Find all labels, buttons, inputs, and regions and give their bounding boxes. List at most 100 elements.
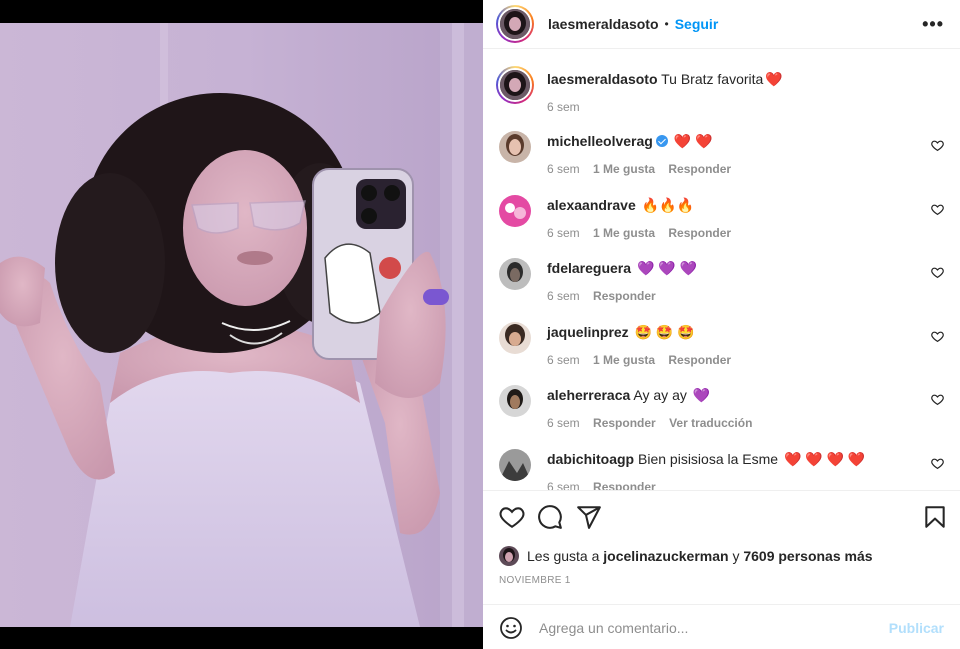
action-icons-row — [499, 504, 948, 530]
comment-text: michelleolverag ❤️ ❤️ — [547, 133, 712, 150]
avatar-image — [499, 322, 531, 354]
avatar-image — [499, 195, 531, 227]
comment-text: aleherreraca Ay ay ay 💜 — [547, 387, 710, 404]
comment-item: fdelareguera 💜 💜 💜 6 sem Responder — [499, 258, 944, 318]
comment-avatar[interactable] — [499, 258, 531, 290]
add-comment-bar: Publicar — [483, 604, 960, 649]
caption-username[interactable]: laesmeraldasoto — [547, 71, 658, 87]
share-icon[interactable] — [576, 504, 602, 530]
comment-likes[interactable]: 1 Me gusta — [593, 226, 655, 240]
like-comment-heart-icon[interactable] — [931, 393, 944, 406]
comment-emoji: ❤️ ❤️ — [673, 133, 713, 149]
author-avatar-image — [500, 9, 530, 39]
comment-time[interactable]: 6 sem — [547, 289, 580, 303]
comment-text: dabichitoagp Bien pisisiosa la Esme ❤️ ❤… — [547, 451, 865, 468]
reply-button[interactable]: Responder — [668, 226, 731, 240]
reply-button[interactable]: Responder — [593, 416, 656, 430]
comment-emoji: 💜 💜 💜 — [636, 260, 698, 276]
comment-avatar[interactable] — [499, 385, 531, 417]
caption-avatar-image — [500, 70, 530, 100]
comment-text: alexaandrave 🔥🔥🔥 — [547, 197, 694, 214]
comment-meta: 6 sem 1 Me gusta Responder — [547, 162, 741, 176]
see-translation-button[interactable]: Ver traducción — [669, 416, 752, 430]
author-avatar[interactable] — [496, 5, 534, 43]
publish-button[interactable]: Publicar — [889, 620, 944, 636]
caption-body: Tu Bratz favorita — [661, 71, 764, 87]
caption-text: laesmeraldasoto Tu Bratz favorita ❤️ — [547, 71, 783, 88]
bookmark-icon[interactable] — [922, 504, 948, 530]
author-username[interactable]: laesmeraldasoto — [548, 16, 659, 32]
like-comment-heart-icon[interactable] — [931, 203, 944, 216]
comment-meta: 6 sem Responder — [547, 480, 666, 490]
comments-list[interactable]: laesmeraldasoto Tu Bratz favorita ❤️ 6 se… — [483, 55, 960, 490]
post-header: laesmeraldasoto • Seguir ••• — [483, 0, 960, 49]
like-comment-heart-icon[interactable] — [931, 457, 944, 470]
post-date[interactable]: NOVIEMBRE 1 — [499, 575, 571, 586]
comment-emoji: 🤩 🤩 🤩 — [634, 324, 695, 340]
likes-summary: Les gusta a jocelinazuckerman y 7609 per… — [499, 546, 873, 566]
comment-input[interactable] — [539, 619, 889, 636]
avatar-image — [499, 385, 531, 417]
comment-body: Ay ay ay — [633, 387, 687, 403]
comment-avatar[interactable] — [499, 449, 531, 481]
comment-likes[interactable]: 1 Me gusta — [593, 353, 655, 367]
instagram-post-modal: laesmeraldasoto • Seguir ••• laesmeralda… — [0, 0, 960, 649]
comment-item: michelleolverag ❤️ ❤️ 6 sem 1 Me gusta R… — [499, 131, 944, 191]
more-options-icon[interactable]: ••• — [922, 15, 944, 33]
liker-avatar-image — [499, 546, 519, 566]
like-comment-heart-icon[interactable] — [931, 139, 944, 152]
like-comment-heart-icon[interactable] — [931, 330, 944, 343]
comment-time[interactable]: 6 sem — [547, 480, 580, 490]
avatar-image — [499, 131, 531, 163]
liker-username[interactable]: jocelinazuckerman — [603, 548, 728, 564]
post-photo[interactable] — [0, 23, 483, 627]
like-comment-heart-icon[interactable] — [931, 266, 944, 279]
liker-avatar[interactable] — [499, 546, 519, 566]
reply-button[interactable]: Responder — [668, 353, 731, 367]
comment-meta: 6 sem Responder — [547, 289, 666, 303]
reply-button[interactable]: Responder — [593, 289, 656, 303]
caption-emoji: ❤️ — [765, 71, 783, 87]
likes-count[interactable]: 7609 personas más — [743, 548, 872, 564]
comment-text: jaquelinprez 🤩 🤩 🤩 — [547, 324, 695, 341]
comment-item: dabichitoagp Bien pisisiosa la Esme ❤️ ❤… — [499, 449, 944, 490]
comment-username[interactable]: dabichitoagp — [547, 451, 634, 467]
reply-button[interactable]: Responder — [668, 162, 731, 176]
comment-icon[interactable] — [537, 504, 563, 530]
comment-meta: 6 sem 1 Me gusta Responder — [547, 226, 741, 240]
reply-button[interactable]: Responder — [593, 480, 656, 490]
comment-time[interactable]: 6 sem — [547, 353, 580, 367]
comment-username[interactable]: aleherreraca — [547, 387, 630, 403]
separator-dot: • — [664, 17, 669, 31]
comment-time[interactable]: 6 sem — [547, 416, 580, 430]
comment-avatar[interactable] — [499, 322, 531, 354]
comment-item: aleherreraca Ay ay ay 💜 6 sem Responder … — [499, 385, 944, 445]
comment-item: alexaandrave 🔥🔥🔥 6 sem 1 Me gusta Respon… — [499, 195, 944, 255]
comment-time[interactable]: 6 sem — [547, 226, 580, 240]
heart-icon[interactable] — [499, 504, 525, 530]
comment-avatar[interactable] — [499, 195, 531, 227]
comment-likes[interactable]: 1 Me gusta — [593, 162, 655, 176]
comment-username[interactable]: alexaandrave — [547, 197, 636, 213]
photo-panel — [0, 0, 483, 649]
smile-icon[interactable] — [499, 616, 523, 640]
follow-button[interactable]: Seguir — [675, 16, 719, 32]
comment-time[interactable]: 6 sem — [547, 162, 580, 176]
comment-username[interactable]: michelleolverag — [547, 133, 653, 149]
comment-username[interactable]: jaquelinprez — [547, 324, 629, 340]
post-photo-image — [0, 23, 483, 627]
comment-username[interactable]: fdelareguera — [547, 260, 631, 276]
caption-time[interactable]: 6 sem — [547, 100, 580, 114]
avatar-image — [499, 449, 531, 481]
comment-emoji: 🔥🔥🔥 — [641, 197, 694, 213]
comment-emoji: 💜 — [692, 387, 711, 403]
caption-meta: 6 sem — [547, 100, 590, 114]
comment-meta: 6 sem 1 Me gusta Responder — [547, 353, 741, 367]
likes-prefix: Les gusta a — [527, 548, 600, 564]
comment-emoji: ❤️ ❤️ ❤️ ❤️ — [783, 451, 866, 467]
post-actions: Les gusta a jocelinazuckerman y 7609 per… — [483, 490, 960, 649]
caption-avatar[interactable] — [496, 66, 534, 104]
verified-badge-icon — [655, 135, 668, 147]
comment-avatar[interactable] — [499, 131, 531, 163]
comment-text: fdelareguera 💜 💜 💜 — [547, 260, 697, 277]
